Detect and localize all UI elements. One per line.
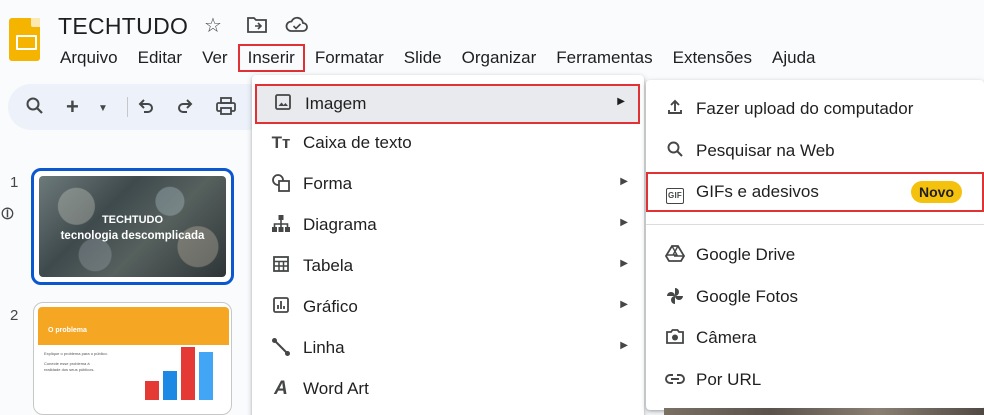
menu-bar: Arquivo Editar Ver Inserir Formatar Slid… bbox=[50, 44, 826, 72]
image-icon bbox=[272, 93, 294, 116]
slide-1-title: TECHTUDO bbox=[101, 214, 164, 226]
menu-slide[interactable]: Slide bbox=[394, 46, 452, 70]
slide-1-subtitle: tecnologia descomplicada bbox=[60, 230, 205, 242]
chart-icon bbox=[270, 296, 292, 319]
submenu-arrow-icon: ▶ bbox=[620, 258, 628, 269]
document-title[interactable]: TECHTUDO bbox=[58, 13, 188, 40]
insert-menu-label: Diagrama bbox=[303, 215, 377, 234]
image-submenu: Fazer upload do computador Pesquisar na … bbox=[646, 80, 984, 410]
submenu-arrow-icon: ▶ bbox=[620, 299, 628, 310]
slide-2-bar bbox=[181, 347, 195, 400]
table-icon bbox=[270, 255, 292, 278]
slide-number-1: 1 bbox=[10, 174, 19, 191]
submenu-divider bbox=[646, 224, 984, 225]
submenu-label: Fazer upload do computador bbox=[696, 99, 914, 118]
slide-2-text-line: Explique o problema para o público. bbox=[44, 351, 108, 356]
insert-menu-label: Imagem bbox=[305, 94, 367, 113]
submenu-item-gifs[interactable]: GIF GIFs e adesivos Novo bbox=[646, 172, 984, 212]
slide-2-bar bbox=[145, 381, 159, 400]
slide-2-text-line: realidade dos seus públicos. bbox=[44, 367, 95, 372]
slide-canvas-background bbox=[664, 408, 984, 415]
insert-menu-label: Linha bbox=[303, 338, 345, 357]
submenu-item-google-drive[interactable]: Google Drive bbox=[646, 235, 984, 275]
google-drive-icon bbox=[664, 244, 686, 267]
menu-editar[interactable]: Editar bbox=[128, 46, 192, 70]
menu-organizar[interactable]: Organizar bbox=[452, 46, 547, 70]
submenu-item-search-web[interactable]: Pesquisar na Web bbox=[646, 131, 984, 171]
insert-menu-item-linha[interactable]: Linha ▶ bbox=[252, 328, 644, 368]
slide-1-preview: TECHTUDO tecnologia descomplicada bbox=[39, 176, 226, 277]
slide-2-header: O problema bbox=[38, 307, 229, 345]
slide-number-2: 2 bbox=[10, 307, 19, 324]
diagram-icon bbox=[270, 214, 292, 239]
insert-menu: Imagem ▶ Tт Caixa de texto Forma ▶ Diagr… bbox=[252, 75, 644, 415]
menu-extensoes[interactable]: Extensões bbox=[663, 46, 762, 70]
menu-ferramentas[interactable]: Ferramentas bbox=[546, 46, 662, 70]
redo-icon[interactable] bbox=[175, 96, 195, 121]
insert-menu-label: Caixa de texto bbox=[303, 133, 412, 152]
search-icon[interactable] bbox=[25, 96, 45, 121]
insert-menu-label: Gráfico bbox=[303, 297, 358, 316]
cloud-saved-icon[interactable] bbox=[284, 15, 310, 40]
slide-2-bar bbox=[163, 371, 177, 400]
slides-logo-icon[interactable] bbox=[9, 18, 40, 61]
menu-formatar[interactable]: Formatar bbox=[305, 46, 394, 70]
line-icon bbox=[270, 337, 292, 362]
slide-2-title: O problema bbox=[48, 327, 87, 334]
new-slide-icon[interactable]: + bbox=[66, 96, 79, 118]
submenu-arrow-icon: ▶ bbox=[620, 217, 628, 228]
text-box-icon: Tт bbox=[271, 133, 291, 152]
submenu-item-por-url[interactable]: Por URL bbox=[646, 360, 984, 400]
submenu-item-camera[interactable]: Câmera bbox=[646, 318, 984, 358]
menu-ajuda[interactable]: Ajuda bbox=[762, 46, 825, 70]
submenu-arrow-icon: ▶ bbox=[620, 340, 628, 351]
link-icon bbox=[664, 369, 686, 391]
submenu-item-google-fotos[interactable]: Google Fotos bbox=[646, 277, 984, 317]
upload-icon bbox=[664, 98, 686, 121]
submenu-label: Google Fotos bbox=[696, 287, 799, 306]
insert-menu-label: Forma bbox=[303, 174, 353, 193]
insert-menu-item-grafico[interactable]: Gráfico ▶ bbox=[252, 287, 644, 327]
submenu-arrow-icon: ▶ bbox=[617, 96, 625, 107]
submenu-label: Por URL bbox=[696, 370, 762, 389]
insert-menu-item-imagem[interactable]: Imagem ▶ bbox=[255, 84, 640, 124]
slide-thumbnail-1[interactable]: TECHTUDO tecnologia descomplicada bbox=[31, 168, 234, 285]
insert-menu-item-word-art[interactable]: A Word Art bbox=[252, 369, 644, 409]
insert-menu-label: Tabela bbox=[303, 256, 354, 275]
slides-editor: TECHTUDO ☆ Arquivo Editar Ver Inserir Fo… bbox=[0, 0, 984, 415]
menu-arquivo[interactable]: Arquivo bbox=[50, 46, 128, 70]
submenu-label: GIFs e adesivos bbox=[696, 182, 819, 201]
insert-menu-item-tabela[interactable]: Tabela ▶ bbox=[252, 246, 644, 286]
insert-menu-label: Word Art bbox=[303, 379, 369, 398]
star-icon[interactable]: ☆ bbox=[204, 15, 222, 37]
toolbar: + ▼ bbox=[8, 84, 270, 130]
submenu-arrow-icon: ▶ bbox=[620, 176, 628, 187]
new-badge: Novo bbox=[911, 181, 962, 203]
dropdown-icon[interactable]: ▼ bbox=[98, 98, 108, 120]
menu-ver[interactable]: Ver bbox=[192, 46, 238, 70]
slide-2-bar bbox=[199, 352, 213, 400]
word-art-icon: A bbox=[274, 378, 288, 399]
submenu-label: Câmera bbox=[696, 328, 757, 347]
submenu-label: Pesquisar na Web bbox=[696, 141, 835, 160]
link-icon: ⊘ bbox=[0, 200, 20, 226]
camera-icon bbox=[664, 327, 686, 350]
submenu-label: Google Drive bbox=[696, 245, 796, 264]
insert-menu-item-forma[interactable]: Forma ▶ bbox=[252, 164, 644, 204]
toolbar-divider bbox=[127, 97, 128, 117]
shape-icon bbox=[270, 173, 292, 198]
search-icon bbox=[664, 140, 686, 163]
menu-inserir[interactable]: Inserir bbox=[237, 44, 305, 72]
slide-2-text-line: Conecte esse problema à bbox=[44, 361, 90, 366]
gif-icon: GIF bbox=[664, 181, 686, 204]
insert-menu-item-diagrama[interactable]: Diagrama ▶ bbox=[252, 205, 644, 245]
submenu-item-upload[interactable]: Fazer upload do computador bbox=[646, 89, 984, 129]
slide-thumbnail-2[interactable]: O problema Explique o problema para o pú… bbox=[33, 302, 232, 415]
move-to-folder-icon[interactable] bbox=[246, 15, 268, 40]
insert-menu-item-caixa-de-texto[interactable]: Tт Caixa de texto bbox=[252, 123, 644, 163]
print-icon[interactable] bbox=[215, 96, 237, 121]
google-photos-icon bbox=[664, 286, 686, 311]
undo-icon[interactable] bbox=[136, 96, 156, 121]
